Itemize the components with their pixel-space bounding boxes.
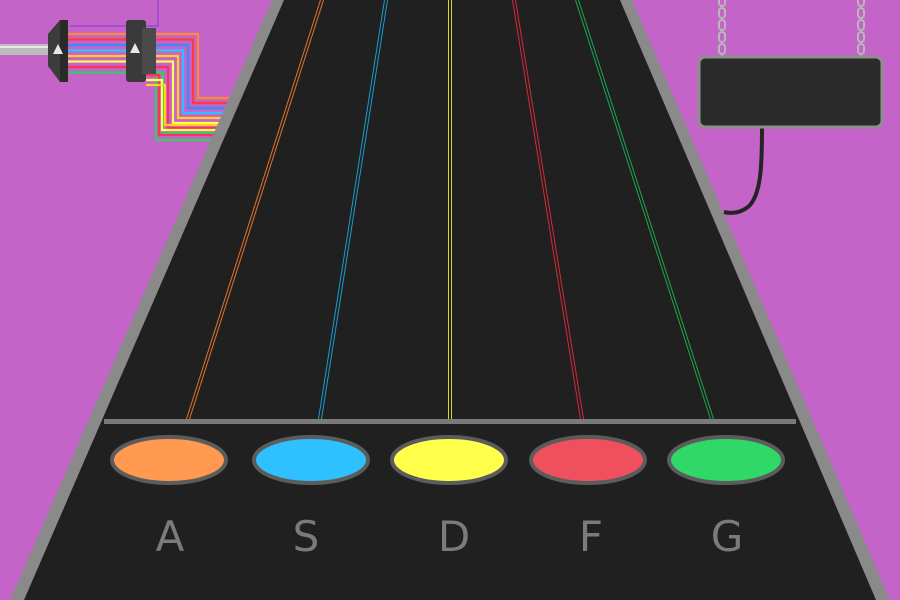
note-target-f <box>529 435 647 485</box>
hanging-panel <box>697 55 884 129</box>
metal-rod <box>0 44 52 55</box>
note-target-d <box>390 435 508 485</box>
note-target-s <box>252 435 370 485</box>
key-label-a: A <box>155 512 185 561</box>
note-targets <box>110 435 785 485</box>
key-label-f: F <box>578 512 604 561</box>
cable-plug-right <box>126 20 156 82</box>
key-label-d: D <box>437 512 471 561</box>
key-label-g: G <box>710 512 744 561</box>
hit-bar <box>104 419 796 424</box>
note-target-a <box>110 435 228 485</box>
metal-rod-shine <box>0 46 52 48</box>
guitar-highway-scene <box>0 0 900 600</box>
note-target-g <box>667 435 785 485</box>
key-label-s: S <box>292 512 320 561</box>
